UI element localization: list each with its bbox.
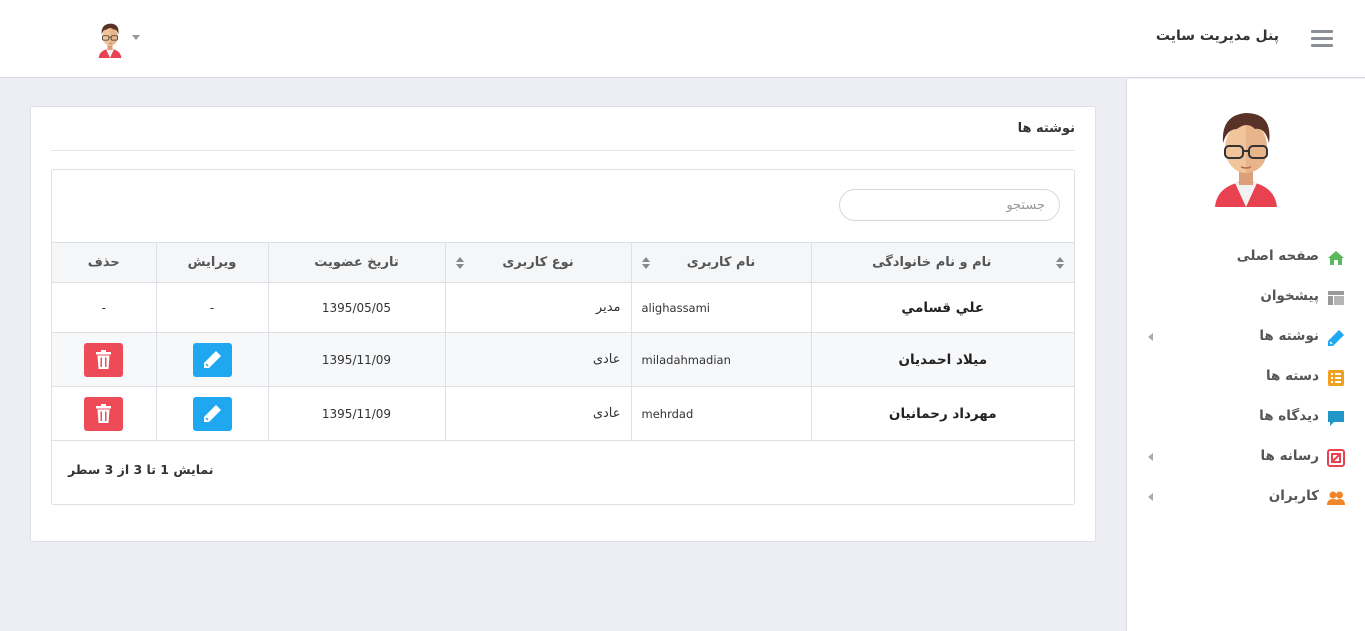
cell-fullname: مهرداد رحمانیان (810, 386, 1074, 441)
media-icon (1327, 449, 1345, 467)
sort-icon[interactable] (455, 257, 464, 271)
posts-panel: نوشته ها نام و نام خانوادگی نام کاربری ن… (30, 106, 1096, 542)
cell-username: mehrdad (630, 386, 811, 441)
column-header-username[interactable]: نام کاربری (630, 242, 811, 283)
cell-username: alighassami (630, 282, 811, 333)
chevron-left-icon (1148, 493, 1153, 501)
divider (51, 150, 1075, 151)
sidebar: صفحه اصلی پیشخوان نوشته ها دسته ها دیدگا… (1126, 79, 1365, 631)
sidebar-item-comments[interactable]: دیدگاه ها (1126, 397, 1365, 437)
sort-icon[interactable] (641, 257, 650, 271)
cell-edit (155, 386, 268, 441)
dashboard-icon (1328, 291, 1344, 305)
sidebar-item-label: دسته ها (1265, 368, 1319, 384)
sidebar-item-label: صفحه اصلی (1236, 248, 1319, 264)
hamburger-icon[interactable] (1311, 30, 1333, 48)
cell-delete (52, 332, 156, 387)
sidebar-item-label: رسانه ها (1260, 448, 1319, 464)
sidebar-item-users[interactable]: کاربران (1126, 477, 1365, 517)
chevron-down-icon (132, 35, 140, 40)
column-header-delete: حذف (52, 242, 156, 283)
table-info: نمایش 1 تا 3 از 3 سطر (68, 462, 214, 477)
pencil-icon (203, 350, 221, 368)
sort-icon[interactable] (1056, 257, 1064, 271)
sidebar-menu: صفحه اصلی پیشخوان نوشته ها دسته ها دیدگا… (1126, 237, 1365, 517)
sidebar-item-categories[interactable]: دسته ها (1126, 357, 1365, 397)
chevron-left-icon (1148, 333, 1153, 341)
cell-delete (52, 386, 156, 441)
column-header-usertype[interactable]: نوع کاربری (444, 242, 631, 283)
sidebar-item-label: پیشخوان (1260, 288, 1319, 304)
edit-button[interactable] (192, 396, 232, 431)
sidebar-item-media[interactable]: رسانه ها (1126, 437, 1365, 477)
list-icon (1328, 370, 1344, 386)
cell-join-date: 1395/11/09 (267, 386, 445, 441)
column-header-join-date: تاریخ عضویت (267, 242, 445, 283)
users-table: نام و نام خانوادگی نام کاربری نوع کاربری… (52, 242, 1074, 441)
table-container: نام و نام خانوادگی نام کاربری نوع کاربری… (51, 169, 1075, 505)
delete-button[interactable] (84, 342, 124, 377)
cell-username: miladahmadian (630, 332, 811, 387)
column-header-fullname[interactable]: نام و نام خانوادگی (810, 242, 1074, 283)
delete-button[interactable] (84, 396, 124, 431)
sidebar-item-label: دیدگاه ها (1259, 408, 1319, 424)
top-navbar: پنل مدیریت سایت (0, 0, 1365, 78)
user-avatar-icon (98, 23, 122, 58)
sidebar-item-dashboard[interactable]: پیشخوان (1126, 277, 1365, 317)
home-icon (1328, 251, 1344, 265)
brand-title: پنل مدیریت سایت (1155, 28, 1279, 44)
cell-edit: - (155, 282, 268, 333)
cell-fullname: علي قسامي (810, 282, 1074, 333)
pencil-icon (203, 404, 221, 422)
users-icon (1327, 491, 1345, 505)
chevron-left-icon (1148, 453, 1153, 461)
search-input[interactable] (839, 189, 1060, 221)
user-menu[interactable] (94, 20, 144, 60)
cell-usertype: عادی (444, 386, 631, 441)
cell-fullname: میلاد احمدیان (810, 332, 1074, 387)
cell-join-date: 1395/05/05 (267, 282, 445, 333)
sidebar-item-posts[interactable]: نوشته ها (1126, 317, 1365, 357)
trash-icon (96, 403, 112, 423)
cell-delete: - (52, 282, 156, 333)
sidebar-item-label: کاربران (1268, 488, 1319, 504)
cell-usertype: مدیر (444, 282, 631, 333)
table-row: میلاد احمدیان miladahmadian عادی 1395/11… (52, 332, 1074, 387)
cell-edit (155, 332, 268, 387)
sidebar-item-label: نوشته ها (1259, 328, 1319, 344)
cell-usertype: عادی (444, 332, 631, 387)
trash-icon (96, 349, 112, 369)
comment-icon (1328, 411, 1344, 426)
column-header-edit: ویرایش (155, 242, 268, 283)
table-row: مهرداد رحمانیان mehrdad عادی 1395/11/09 (52, 386, 1074, 441)
edit-button[interactable] (192, 342, 232, 377)
cell-join-date: 1395/11/09 (267, 332, 445, 387)
sidebar-item-home[interactable]: صفحه اصلی (1126, 237, 1365, 277)
table-row: علي قسامي alighassami مدیر 1395/05/05 - … (52, 282, 1074, 333)
profile-avatar (1211, 103, 1281, 207)
pencil-icon (1328, 330, 1344, 346)
panel-title: نوشته ها (1017, 121, 1075, 136)
